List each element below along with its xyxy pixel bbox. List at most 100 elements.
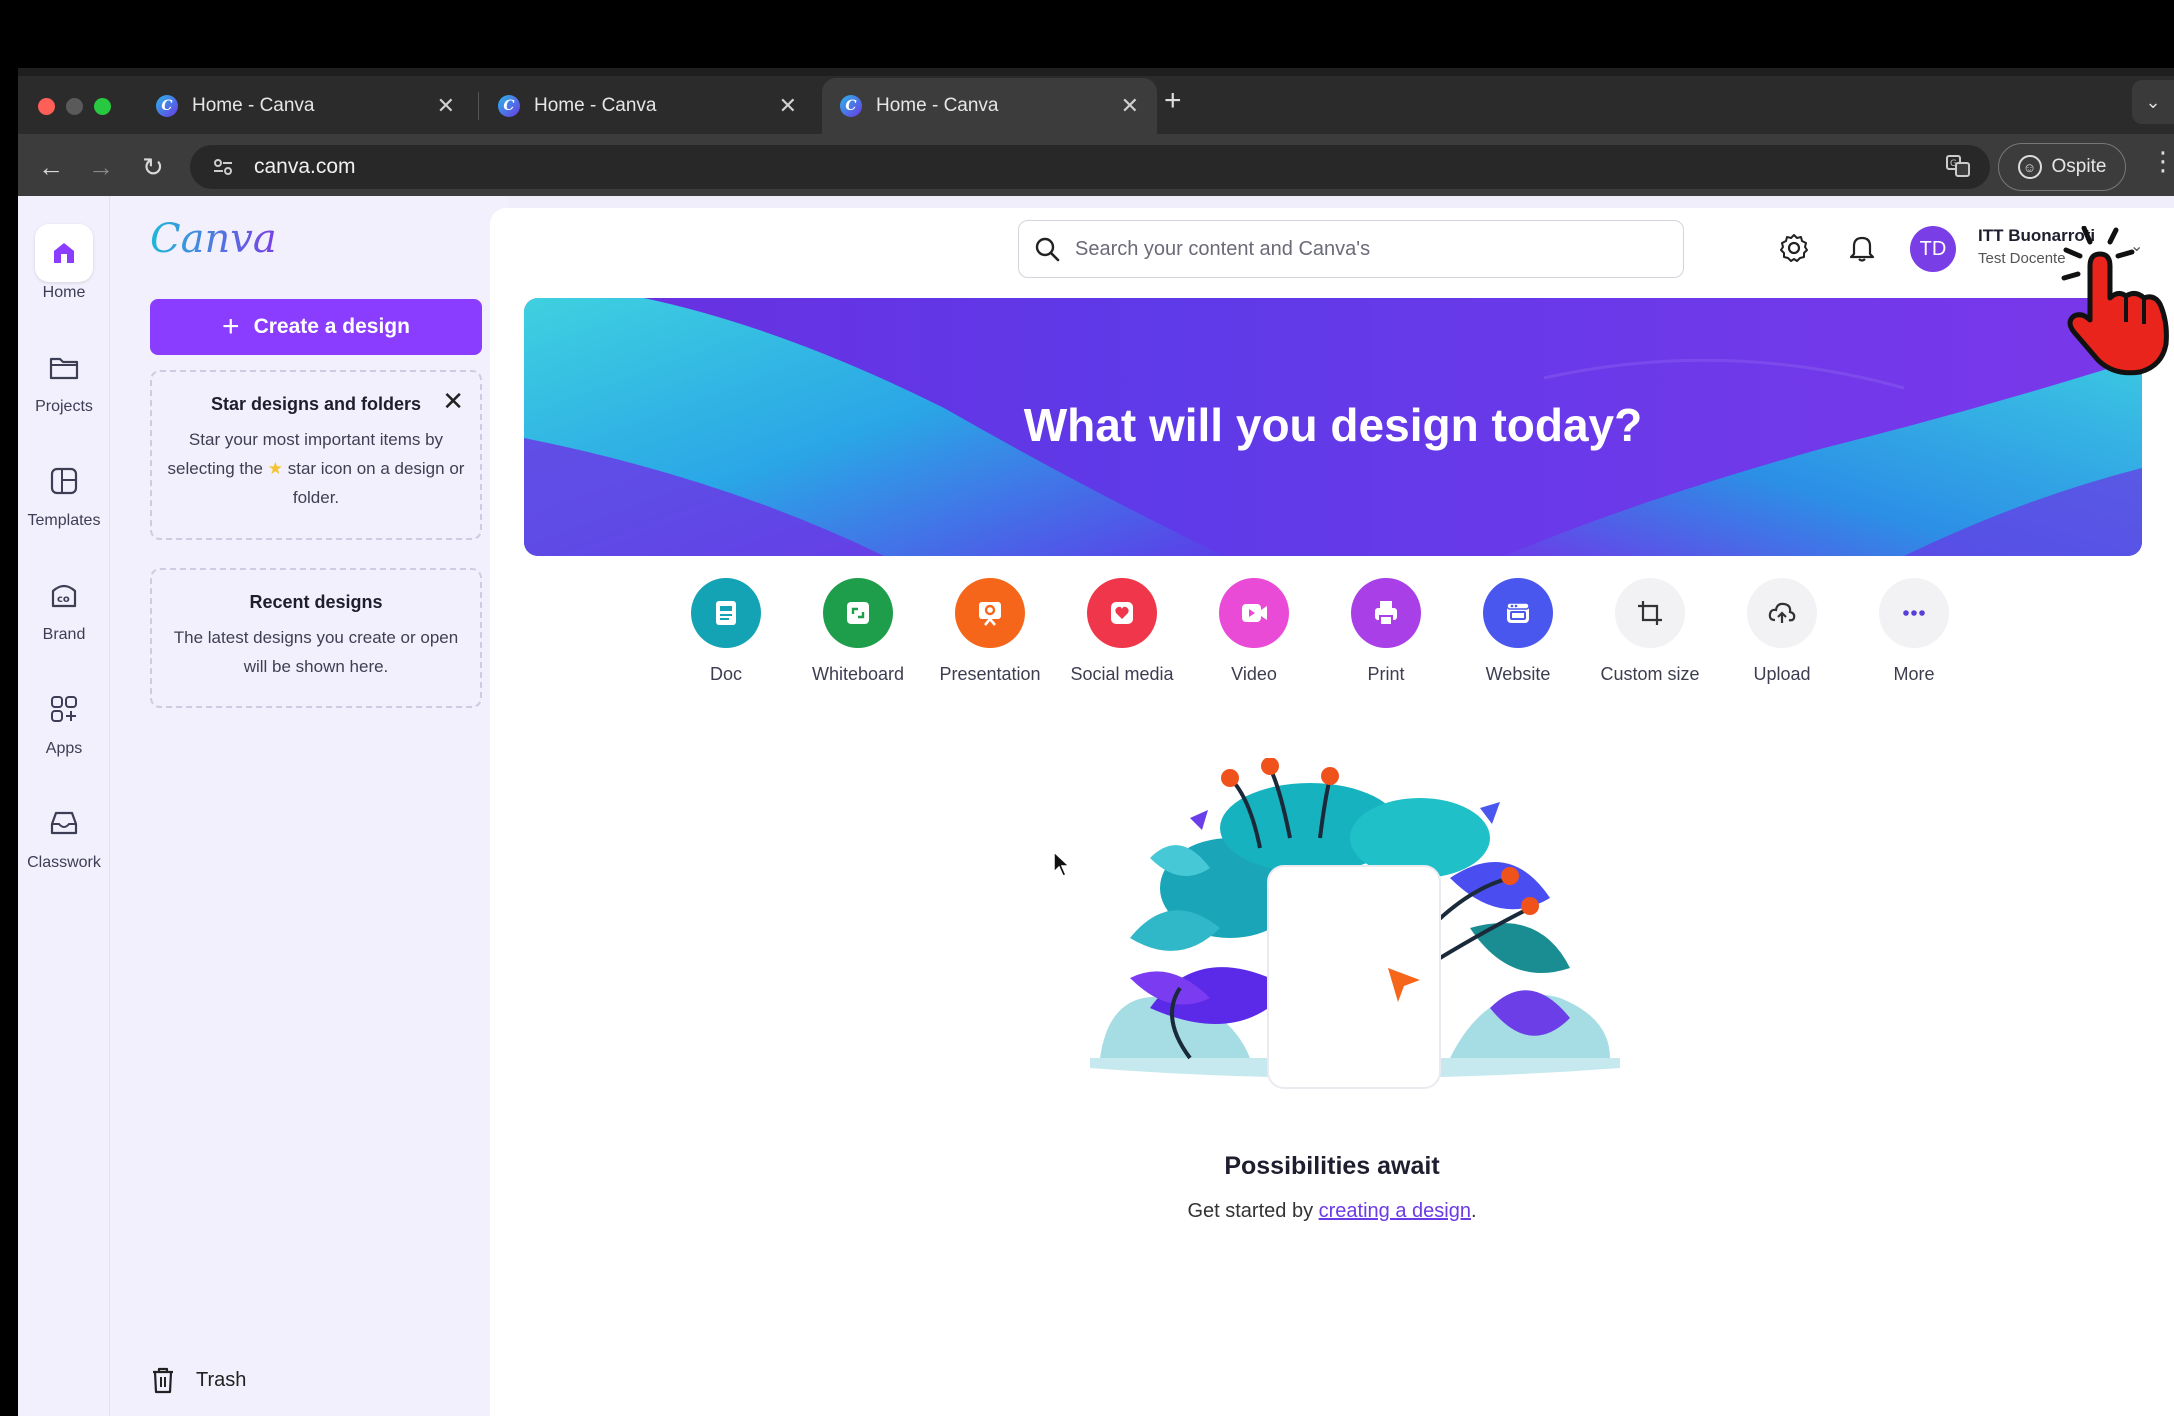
guest-profile-button[interactable]: ☺ Ospite <box>1998 143 2126 191</box>
search-bar[interactable] <box>1018 220 1684 278</box>
shortcut-print[interactable]: Print <box>1320 578 1452 685</box>
shortcut-label: Print <box>1367 664 1405 684</box>
shortcut-label: Upload <box>1753 664 1811 684</box>
url-field[interactable]: canva.com <box>190 145 1990 189</box>
shortcut-label: Website <box>1485 664 1551 684</box>
browser-tab-1[interactable]: C Home - Canva ✕ <box>138 78 473 134</box>
tab-title: Home - Canva <box>192 95 315 116</box>
apps-icon <box>35 680 93 738</box>
shortcut-label: More <box>1893 664 1935 684</box>
browser-menu-icon[interactable]: ⋮ <box>2150 146 2174 177</box>
tab-close-icon[interactable]: ✕ <box>1121 93 1139 119</box>
browser-window: C Home - Canva ✕ C Home - Canva ✕ C Home… <box>18 14 2174 1416</box>
rail-label: Projects <box>35 398 93 415</box>
minimize-window-button[interactable] <box>66 98 83 115</box>
rail-label: Apps <box>45 740 83 757</box>
maximize-window-button[interactable] <box>94 98 111 115</box>
rail-item-classwork[interactable]: Classwork <box>18 794 110 872</box>
close-window-button[interactable] <box>38 98 55 115</box>
notifications-button[interactable] <box>1840 226 1884 270</box>
shortcut-label: Social media <box>1070 664 1174 684</box>
tab-title: Home - Canva <box>534 95 657 116</box>
pointing-hand-icon <box>2061 226 2169 376</box>
avatar[interactable]: TD <box>1910 226 1956 272</box>
browser-tab-3[interactable]: C Home - Canva ✕ <box>822 78 1157 134</box>
title-bar <box>18 14 2174 68</box>
side-panel: Canva + Create a design Star designs and… <box>110 196 508 1416</box>
new-tab-button[interactable]: + <box>1164 84 1182 118</box>
design-shortcuts: Doc Whiteboard Presentation Social media… <box>660 578 2060 698</box>
site-settings-icon[interactable] <box>210 154 236 180</box>
shortcut-website[interactable]: Website <box>1452 578 1584 685</box>
nav-rail: Home Projects Templates co Brand Apps Cl… <box>18 196 110 1416</box>
search-icon <box>1035 237 1060 262</box>
browser-tab-2[interactable]: C Home - Canva ✕ <box>480 78 815 134</box>
empty-state-subtitle: Get started by creating a design. <box>490 1200 2174 1223</box>
print-icon <box>1351 578 1421 648</box>
search-input[interactable] <box>1075 237 1655 261</box>
shortcut-whiteboard[interactable]: Whiteboard <box>792 578 924 685</box>
rail-item-projects[interactable]: Projects <box>18 338 110 416</box>
star-designs-card: Star designs and folders Star your most … <box>150 370 482 540</box>
tab-search-chevron-icon[interactable]: ⌄ <box>2132 80 2174 124</box>
empty-state-text: . <box>1470 1200 1477 1222</box>
templates-icon <box>35 452 93 510</box>
rail-label: Templates <box>27 512 101 529</box>
star-card-text: star icon on a design or folder. <box>287 459 465 507</box>
doc-icon <box>691 578 761 648</box>
shortcut-doc[interactable]: Doc <box>660 578 792 685</box>
settings-button[interactable] <box>1772 226 1816 270</box>
back-arrow-icon[interactable]: ← <box>38 152 64 183</box>
create-design-button[interactable]: + Create a design <box>150 299 482 355</box>
website-icon <box>1483 578 1553 648</box>
empty-state-illustration <box>1090 757 1620 1118</box>
rail-label: Brand <box>42 626 86 643</box>
shortcut-social-media[interactable]: Social media <box>1056 578 1188 685</box>
rail-item-brand[interactable]: co Brand <box>18 566 110 644</box>
plus-icon: + <box>222 310 240 343</box>
recent-card-body: The latest designs you create or open wi… <box>173 628 459 676</box>
trash-icon <box>153 1367 173 1394</box>
rail-item-home[interactable]: Home <box>18 224 110 302</box>
rail-item-apps[interactable]: Apps <box>18 680 110 758</box>
trash-button[interactable]: Trash <box>150 1366 246 1394</box>
reload-icon[interactable]: ↻ <box>142 152 164 183</box>
rail-label: Home <box>42 284 86 301</box>
shortcut-label: Whiteboard <box>811 664 905 684</box>
creating-a-design-link[interactable]: creating a design <box>1319 1200 1471 1222</box>
main-content: TD ITT Buonarroti Test Docente ⌄ <box>490 208 2174 1416</box>
tab-title: Home - Canva <box>876 95 999 116</box>
forward-arrow-icon[interactable]: → <box>88 152 114 183</box>
url-text: canva.com <box>254 155 356 178</box>
presentation-icon <box>955 578 1025 648</box>
tab-close-icon[interactable]: ✕ <box>779 93 797 119</box>
shortcut-presentation[interactable]: Presentation <box>924 578 1056 685</box>
more-icon <box>1879 578 1949 648</box>
home-icon <box>35 224 93 282</box>
whiteboard-icon <box>823 578 893 648</box>
star-card-title: Star designs and folders <box>210 394 422 414</box>
rail-label: Classwork <box>27 854 101 871</box>
close-icon[interactable]: ✕ <box>442 386 464 417</box>
shortcut-upload[interactable]: Upload <box>1716 578 1848 685</box>
shortcut-label: Doc <box>709 664 742 684</box>
custom-size-icon <box>1615 578 1685 648</box>
gear-icon <box>1780 234 1808 262</box>
tab-divider <box>478 92 479 120</box>
shortcut-custom-size[interactable]: Custom size <box>1584 578 1716 685</box>
video-icon <box>1219 578 1289 648</box>
translate-icon[interactable]: G <box>1940 148 1976 184</box>
canva-favicon-icon: C <box>498 95 520 117</box>
tab-close-icon[interactable]: ✕ <box>437 93 455 119</box>
brand-icon: co <box>35 566 93 624</box>
canva-favicon-icon: C <box>156 95 178 117</box>
empty-state-title: Possibilities await <box>1224 1152 1440 1180</box>
canva-app: Home Projects Templates co Brand Apps Cl… <box>18 196 2174 1416</box>
hero-title: What will you design today? <box>1023 399 1643 451</box>
shortcut-video[interactable]: Video <box>1188 578 1320 685</box>
canva-logo[interactable]: Canva <box>150 216 277 262</box>
shortcut-more[interactable]: More <box>1848 578 1980 685</box>
trash-label: Trash <box>196 1368 247 1391</box>
rail-item-templates[interactable]: Templates <box>18 452 110 530</box>
shortcut-label: Presentation <box>939 664 1041 684</box>
